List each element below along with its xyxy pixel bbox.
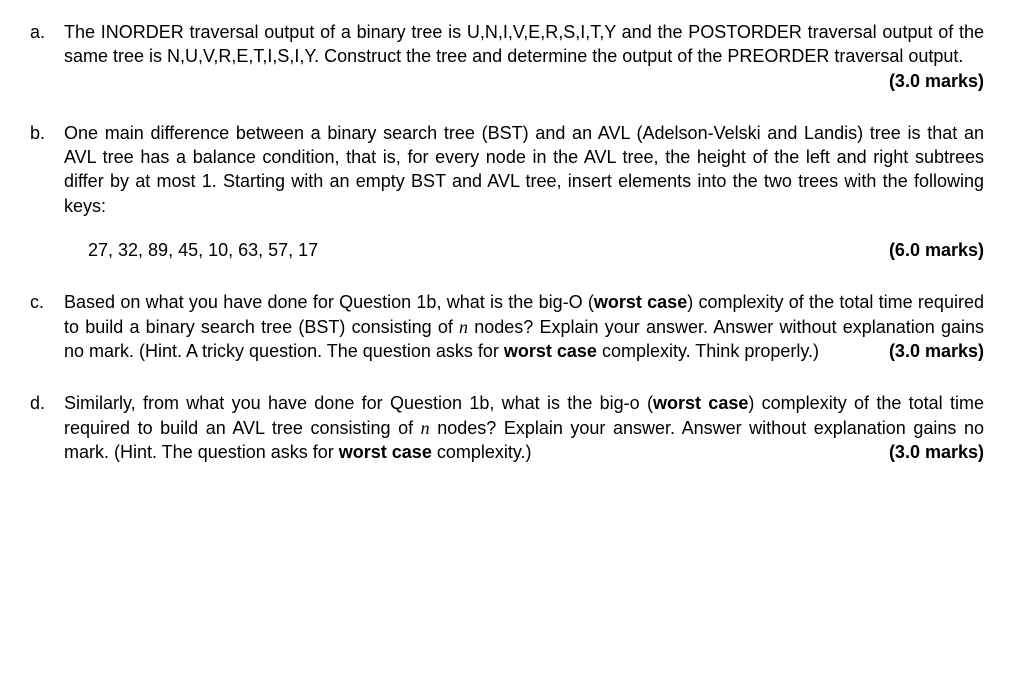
question-d-marks: (3.0 marks): [889, 440, 984, 464]
question-d: d. Similarly, from what you have done fo…: [30, 391, 984, 464]
question-c-text-before: Based on what you have done for Question…: [64, 292, 594, 312]
question-d-body: Similarly, from what you have done for Q…: [64, 391, 984, 464]
question-d-text: Similarly, from what you have done for Q…: [64, 391, 984, 464]
question-d-bold-2: worst case: [339, 442, 432, 462]
question-a-label: a.: [30, 20, 64, 44]
question-c-n: n: [459, 317, 468, 337]
question-b-keys: 27, 32, 89, 45, 10, 63, 57, 17: [88, 238, 318, 262]
question-c-label: c.: [30, 290, 64, 314]
question-b-marks: (6.0 marks): [889, 238, 984, 262]
question-a-body: The INORDER traversal output of a binary…: [64, 20, 984, 93]
question-b-body: One main difference between a binary sea…: [64, 121, 984, 262]
question-d-n: n: [421, 418, 430, 438]
question-c-text-after: complexity. Think properly.): [597, 341, 819, 361]
question-c-marks: (3.0 marks): [889, 339, 984, 363]
question-d-label: d.: [30, 391, 64, 415]
question-a-text-content: The INORDER traversal output of a binary…: [64, 22, 984, 66]
question-c-text: Based on what you have done for Question…: [64, 290, 984, 363]
question-c-bold-1: worst case: [594, 292, 687, 312]
question-c: c. Based on what you have done for Quest…: [30, 290, 984, 363]
question-d-text-after: complexity.): [432, 442, 532, 462]
question-b-label: b.: [30, 121, 64, 145]
question-b-text: One main difference between a binary sea…: [64, 121, 984, 218]
question-a-text: The INORDER traversal output of a binary…: [64, 20, 984, 69]
question-b-text-content: One main difference between a binary sea…: [64, 123, 984, 216]
question-b-keys-line: 27, 32, 89, 45, 10, 63, 57, 17 (6.0 mark…: [64, 238, 984, 262]
question-c-body: Based on what you have done for Question…: [64, 290, 984, 363]
question-d-text-before: Similarly, from what you have done for Q…: [64, 393, 653, 413]
question-d-bold-1: worst case: [653, 393, 748, 413]
question-a: a. The INORDER traversal output of a bin…: [30, 20, 984, 93]
question-a-marks: (3.0 marks): [889, 69, 984, 93]
question-c-bold-2: worst case: [504, 341, 597, 361]
question-b: b. One main difference between a binary …: [30, 121, 984, 262]
